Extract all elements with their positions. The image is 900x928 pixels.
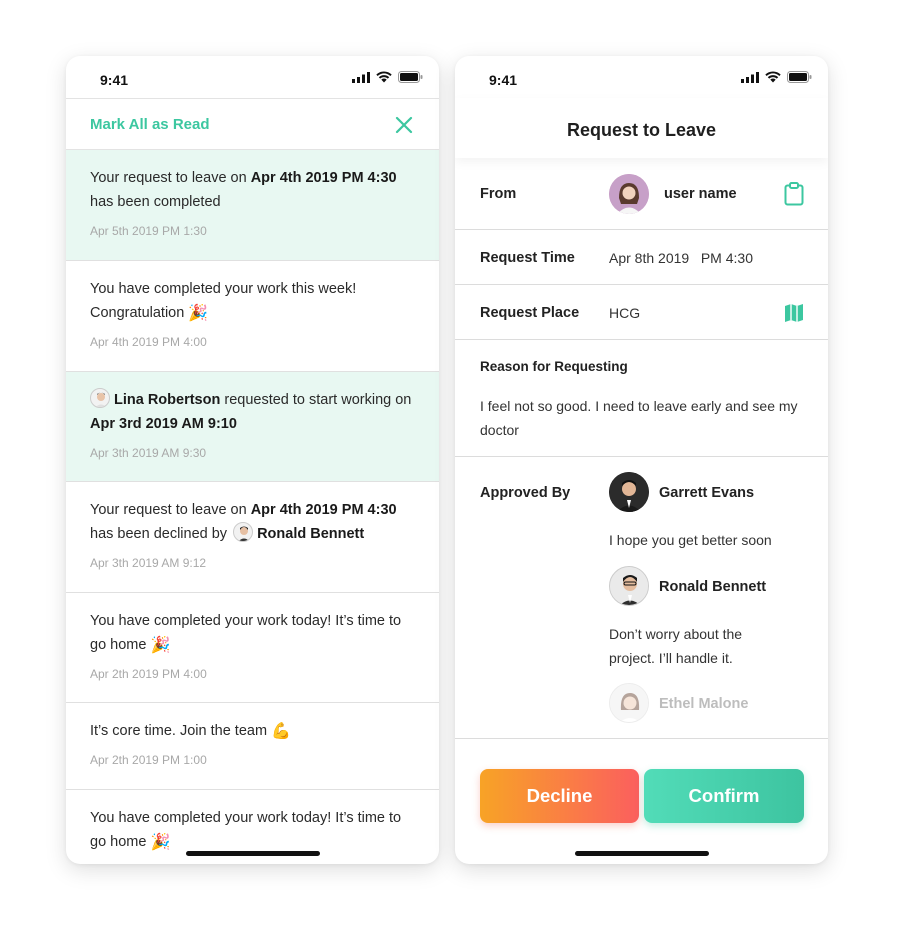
notification-item[interactable]: It’s core time. Join the team 💪 Apr 2th … xyxy=(66,703,439,790)
notification-item[interactable]: Your request to leave on Apr 4th 2019 PM… xyxy=(66,150,439,261)
from-row: From user name xyxy=(455,158,828,230)
battery-icon xyxy=(398,71,423,83)
notifications-screen: 9:41 Mark All as Read Your request to le… xyxy=(66,56,439,864)
notification-time: Apr 2th 2019 PM 4:00 xyxy=(90,667,207,681)
request-place-value: HCG xyxy=(609,305,641,321)
clipboard-icon[interactable] xyxy=(784,182,804,206)
status-time: 9:41 xyxy=(489,72,518,88)
notification-list: Your request to leave on Apr 4th 2019 PM… xyxy=(66,150,439,864)
notification-time: Apr 4th 2019 PM 4:00 xyxy=(90,335,207,349)
approver-avatar xyxy=(609,566,649,606)
home-indicator[interactable] xyxy=(185,851,320,856)
status-time: 9:41 xyxy=(100,72,129,88)
notification-time: Apr 2th 2019 PM 1:00 xyxy=(90,753,207,767)
wifi-icon xyxy=(376,71,392,83)
approver-name: Ethel Malone xyxy=(659,696,749,712)
avatar xyxy=(90,388,110,408)
decline-button[interactable]: Decline xyxy=(480,769,639,823)
mark-all-read-button[interactable]: Mark All as Read xyxy=(90,116,210,133)
approver-comment: I hope you get better soon xyxy=(609,532,772,548)
approved-by-label: Approved By xyxy=(480,485,571,501)
approver-name: Ronald Bennett xyxy=(659,579,767,595)
notification-text: You have completed your work today! It’s… xyxy=(90,810,402,851)
notification-item[interactable]: You have completed your work this week! … xyxy=(66,261,439,372)
approver-name: Garrett Evans xyxy=(659,485,755,501)
notification-time: Apr 3th 2019 AM 9:12 xyxy=(90,556,207,570)
notification-text: Your request to leave on Apr 4th 2019 PM… xyxy=(90,170,397,210)
notification-time: Apr 5th 2019 PM 1:30 xyxy=(90,224,207,238)
cellular-signal-icon xyxy=(352,71,370,83)
notification-text: Lina Robertson requested to start workin… xyxy=(90,388,415,436)
from-user-name: user name xyxy=(664,186,737,202)
notification-text: You have completed your work this week! … xyxy=(90,281,357,322)
party-popper-icon: 🎉 xyxy=(150,637,171,654)
home-indicator[interactable] xyxy=(574,851,709,856)
close-icon[interactable] xyxy=(393,114,415,136)
wifi-icon xyxy=(765,71,781,83)
reason-section: Reason for Requesting I feel not so good… xyxy=(455,340,828,457)
approved-by-section: Approved By Garrett Evans I hope you get… xyxy=(455,457,828,739)
reason-label: Reason for Requesting xyxy=(480,359,628,374)
approver-avatar xyxy=(609,683,649,723)
request-detail-screen: 9:41 Request to Leave From user name Req… xyxy=(455,56,828,864)
cellular-signal-icon xyxy=(741,71,759,83)
notification-item[interactable]: Your request to leave on Apr 4th 2019 PM… xyxy=(66,482,439,593)
approver-avatar xyxy=(609,472,649,512)
party-popper-icon: 🎉 xyxy=(188,305,209,322)
notifications-header: Mark All as Read xyxy=(66,98,439,150)
request-place-row: Request Place HCG xyxy=(455,285,828,340)
request-place-label: Request Place xyxy=(480,305,580,321)
avatar xyxy=(233,522,254,542)
approver-comment: Don’t worry about the project. I’ll hand… xyxy=(609,626,743,666)
party-popper-icon: 🎉 xyxy=(150,834,171,851)
reason-text: I feel not so good. I need to leave earl… xyxy=(480,398,798,438)
page-title: Request to Leave xyxy=(455,98,828,158)
confirm-button[interactable]: Confirm xyxy=(644,769,804,823)
request-time-label: Request Time xyxy=(480,250,575,266)
notification-text: It’s core time. Join the team 💪 xyxy=(90,723,291,740)
status-bar: 9:41 xyxy=(455,56,828,98)
notification-time: Apr 3th 2019 AM 9:30 xyxy=(90,446,207,460)
battery-icon xyxy=(787,71,812,83)
notification-item[interactable]: Lina Robertson requested to start workin… xyxy=(66,372,439,482)
request-time-row: Request Time Apr 8th 2019 PM 4:30 xyxy=(455,230,828,285)
notification-text: You have completed your work today! It’s… xyxy=(90,613,402,654)
status-bar: 9:41 xyxy=(66,56,439,98)
from-label: From xyxy=(480,186,517,202)
notification-item[interactable]: You have completed your work today! It’s… xyxy=(66,593,439,703)
map-icon[interactable] xyxy=(784,303,804,323)
flexed-biceps-icon: 💪 xyxy=(271,723,291,740)
notification-text: Your request to leave on Apr 4th 2019 PM… xyxy=(90,502,397,542)
avatar xyxy=(609,174,649,214)
request-time-value: Apr 8th 2019 PM 4:30 xyxy=(609,250,753,266)
